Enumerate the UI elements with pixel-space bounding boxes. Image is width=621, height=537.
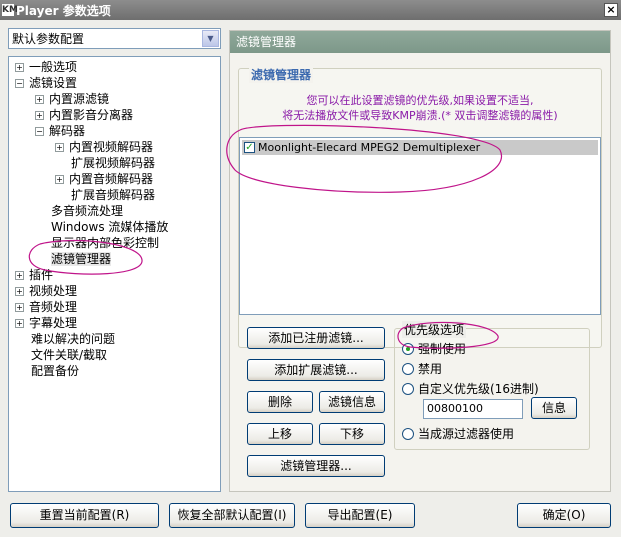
filter-info-button[interactable]: 滤镜信息 (319, 391, 385, 413)
radio-force-use[interactable]: 强制使用 (402, 340, 466, 357)
preset-value: 默认参数配置 (12, 32, 85, 46)
expand-icon[interactable]: + (15, 287, 24, 296)
restore-defaults-button[interactable]: 恢复全部默认配置(I) (169, 503, 295, 528)
expand-icon[interactable]: + (15, 319, 24, 328)
tree-item-general[interactable]: + 一般选项 (15, 59, 77, 75)
radio-disable[interactable]: 禁用 (402, 360, 442, 377)
title-bar: KM Player 参数选项 × (0, 0, 621, 20)
tree-item-display-color[interactable]: 显示器内部色彩控制 (51, 235, 159, 251)
radio-source-filter[interactable]: 当成源过滤器使用 (402, 425, 514, 442)
expand-icon[interactable]: + (55, 143, 64, 152)
window-title: Player 参数选项 (16, 3, 111, 18)
preset-select[interactable]: 默认参数配置 ▼ (8, 28, 221, 49)
add-extended-filter-button[interactable]: 添加扩展滤镜... (247, 359, 385, 381)
tree-item-audio-processing[interactable]: + 音频处理 (15, 299, 77, 315)
tree-item-filter-settings[interactable]: − 滤镜设置 (15, 75, 77, 91)
expand-icon[interactable]: + (35, 95, 44, 104)
collapse-icon[interactable]: − (15, 79, 24, 88)
expand-icon[interactable]: + (15, 271, 24, 280)
settings-tree: + 一般选项 − 滤镜设置 + 内置源滤镜 + 内置影音分离器 − 解码器 + 内置视频解码… (8, 56, 221, 492)
tree-item-filter-manager[interactable]: 滤镜管理器 (51, 251, 112, 267)
move-up-button[interactable]: 上移 (247, 423, 313, 445)
note-line-2: 将无法播放文件或导致KMP崩溃.(* 双击调整滤镜的属性) (282, 109, 558, 122)
radio-button[interactable] (402, 427, 414, 440)
tree-item-windows-streaming[interactable]: Windows 流媒体播放 (51, 219, 168, 235)
expand-icon[interactable]: + (35, 111, 44, 120)
tree-item-builtin-video-decoder[interactable]: + 内置视频解码器 (55, 139, 153, 155)
tree-item-ext-video-decoder[interactable]: 扩展视频解码器 (71, 155, 155, 171)
tree-item-ext-audio-decoder[interactable]: 扩展音频解码器 (71, 187, 155, 203)
expand-icon[interactable]: + (15, 63, 24, 72)
group-title: 滤镜管理器 (249, 66, 314, 83)
radio-button[interactable] (402, 362, 414, 375)
list-item[interactable]: ✓ Moonlight-Elecard MPEG2 Demultiplexer (242, 140, 598, 155)
expand-icon[interactable]: + (15, 303, 24, 312)
ok-button[interactable]: 确定(O) (517, 503, 611, 528)
radio-custom-priority[interactable]: 自定义优先级(16进制) (402, 380, 539, 397)
note-line-1: 您可以在此设置滤镜的优先级,如果设置不适当, (306, 94, 534, 107)
priority-options-group: 优先级选项 强制使用 禁用 自定义优先级(16进制) 00800100 信息 当… (394, 321, 590, 450)
collapse-icon[interactable]: − (35, 127, 44, 136)
chevron-down-icon[interactable]: ▼ (202, 30, 219, 47)
tree-item-builtin-audio-decoder[interactable]: + 内置音频解码器 (55, 171, 153, 187)
tree-item-file-association[interactable]: 文件关联/截取 (31, 347, 107, 363)
add-registered-filter-button[interactable]: 添加已注册滤镜... (247, 327, 385, 349)
tree-item-decoders[interactable]: − 解码器 (35, 123, 85, 139)
priority-hex-input[interactable]: 00800100 (423, 399, 523, 419)
tree-item-plugins[interactable]: + 插件 (15, 267, 53, 283)
radio-button[interactable] (402, 382, 414, 395)
tree-item-builtin-splitter[interactable]: + 内置影音分离器 (35, 107, 133, 123)
filter-checkbox[interactable]: ✓ (244, 142, 255, 153)
close-button[interactable]: × (604, 3, 618, 17)
reset-current-button[interactable]: 重置当前配置(R) (10, 503, 159, 528)
tree-item-video-processing[interactable]: + 视频处理 (15, 283, 77, 299)
tree-item-config-backup[interactable]: 配置备份 (31, 363, 79, 379)
move-down-button[interactable]: 下移 (319, 423, 385, 445)
tree-item-builtin-source-filter[interactable]: + 内置源滤镜 (35, 91, 109, 107)
info-button[interactable]: 信息 (531, 397, 577, 419)
expand-icon[interactable]: + (55, 175, 64, 184)
tree-item-subtitle-processing[interactable]: + 字幕处理 (15, 315, 77, 331)
delete-button[interactable]: 删除 (247, 391, 313, 413)
filter-name: Moonlight-Elecard MPEG2 Demultiplexer (258, 141, 481, 154)
priority-note: 您可以在此设置滤镜的优先级,如果设置不适当, 将无法播放文件或导致KMP崩溃.(… (239, 93, 601, 123)
priority-title: 优先级选项 (402, 321, 467, 338)
panel-header: 滤镜管理器 (230, 31, 610, 53)
radio-button[interactable] (402, 342, 414, 355)
export-config-button[interactable]: 导出配置(E) (305, 503, 415, 528)
app-logo: KM (2, 4, 18, 16)
filter-manager-button[interactable]: 滤镜管理器... (247, 455, 385, 477)
filter-list[interactable]: ✓ Moonlight-Elecard MPEG2 Demultiplexer (239, 137, 601, 315)
tree-item-multi-audio[interactable]: 多音频流处理 (51, 203, 123, 219)
tree-item-troubleshooting[interactable]: 难以解决的问题 (31, 331, 115, 347)
